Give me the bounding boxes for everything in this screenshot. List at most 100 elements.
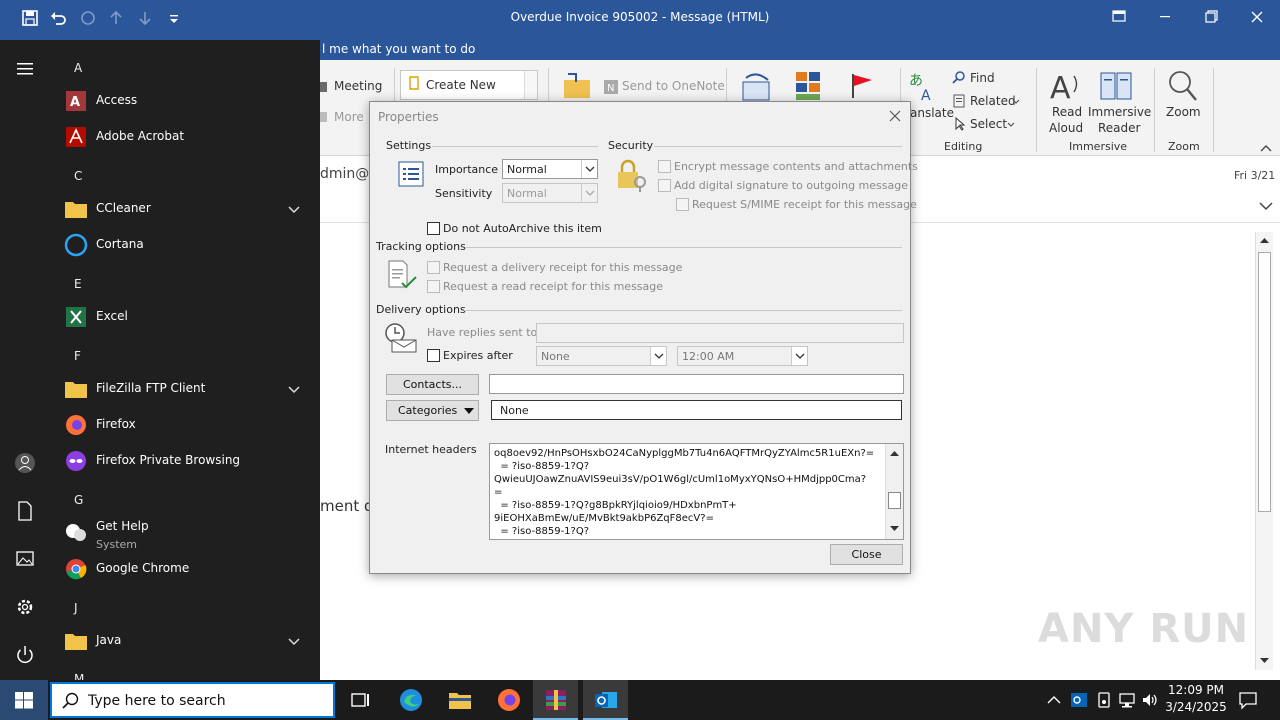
documents-icon[interactable] bbox=[14, 500, 36, 522]
hamburger-menu-icon[interactable] bbox=[14, 58, 36, 80]
sensitivity-select[interactable]: Normal bbox=[502, 183, 598, 203]
winrar-taskbar-item[interactable] bbox=[533, 680, 578, 720]
edge-icon[interactable] bbox=[399, 688, 423, 712]
related-button[interactable]: Related bbox=[970, 94, 1016, 108]
zoom-group-label: Zoom bbox=[1168, 140, 1200, 153]
headers-scrollbar[interactable] bbox=[885, 444, 903, 539]
scroll-down-icon[interactable] bbox=[1259, 656, 1270, 666]
letter-header-c[interactable]: C bbox=[74, 169, 82, 183]
app-excel[interactable]: Excel bbox=[52, 299, 320, 335]
read-receipt-checkbox[interactable] bbox=[427, 280, 440, 293]
contacts-button[interactable]: Contacts... bbox=[386, 374, 479, 395]
dialog-close-icon[interactable] bbox=[888, 109, 902, 123]
close-icon[interactable] bbox=[1246, 6, 1268, 28]
importance-select[interactable]: Normal bbox=[502, 159, 598, 179]
ribbon-display-options-icon[interactable] bbox=[1108, 6, 1130, 28]
volume-icon[interactable] bbox=[1141, 691, 1159, 709]
outlook-tray-icon[interactable] bbox=[1070, 691, 1088, 709]
internet-headers-box[interactable]: oq8oev92/HnPsOHsxbO24CaNyplggMb7Tu4n6AQF… bbox=[489, 443, 904, 540]
restore-icon[interactable] bbox=[1200, 6, 1222, 28]
app-java[interactable]: Java bbox=[52, 623, 320, 659]
contacts-field[interactable] bbox=[489, 374, 904, 394]
app-adobe-acrobat[interactable]: Adobe Acrobat bbox=[52, 119, 320, 155]
app-get-help[interactable]: Get Help System bbox=[52, 515, 320, 551]
expires-date-select[interactable]: None bbox=[536, 346, 667, 366]
find-button[interactable]: Find bbox=[970, 71, 995, 85]
categorize-icon[interactable] bbox=[796, 72, 820, 100]
select-button[interactable]: Select bbox=[970, 117, 1007, 131]
letter-header-e[interactable]: E bbox=[74, 277, 82, 291]
send-to-onenote-button[interactable]: Send to OneNote bbox=[622, 79, 725, 93]
network-icon[interactable] bbox=[1118, 691, 1136, 709]
app-google-chrome[interactable]: Google Chrome bbox=[52, 551, 320, 587]
show-hidden-icons-icon[interactable] bbox=[1047, 695, 1061, 705]
translate-icon[interactable]: あA bbox=[907, 70, 939, 102]
more-button[interactable]: More bbox=[334, 110, 364, 124]
expires-time-select[interactable]: 12:00 AM bbox=[677, 346, 808, 366]
immersive-reader-line2[interactable]: Reader bbox=[1098, 121, 1140, 135]
autoarchive-checkbox[interactable] bbox=[427, 222, 440, 235]
notifications-icon[interactable] bbox=[1238, 690, 1258, 710]
gallery-scroll[interactable] bbox=[524, 71, 537, 99]
user-account-icon[interactable] bbox=[14, 452, 36, 474]
minimize-icon[interactable] bbox=[1154, 6, 1176, 28]
chevron-down-icon[interactable] bbox=[581, 184, 597, 202]
pictures-icon[interactable] bbox=[14, 548, 36, 570]
read-aloud-line2[interactable]: Aloud bbox=[1049, 121, 1083, 135]
taskbar-search-box[interactable]: Type here to search bbox=[50, 682, 335, 718]
firefox-taskbar-icon[interactable] bbox=[497, 688, 521, 712]
scroll-down-icon[interactable] bbox=[889, 524, 900, 534]
categories-button[interactable]: Categories bbox=[386, 400, 479, 421]
task-view-icon[interactable] bbox=[348, 688, 372, 712]
read-aloud-line1[interactable]: Read bbox=[1052, 105, 1082, 119]
expires-checkbox[interactable] bbox=[427, 349, 440, 362]
move-folder-icon[interactable] bbox=[562, 72, 592, 100]
start-button[interactable] bbox=[0, 680, 48, 720]
immersive-reader-line1[interactable]: Immersive bbox=[1088, 105, 1151, 119]
app-filezilla[interactable]: FileZilla FTP Client bbox=[52, 371, 320, 407]
app-cortana[interactable]: Cortana bbox=[52, 227, 320, 263]
letter-header-m[interactable]: M bbox=[74, 672, 84, 680]
smime-checkbox[interactable] bbox=[676, 198, 689, 211]
categories-field[interactable]: None bbox=[491, 400, 902, 420]
chevron-down-icon[interactable] bbox=[288, 635, 300, 647]
settings-gear-icon[interactable] bbox=[14, 596, 36, 618]
power-icon[interactable] bbox=[14, 644, 36, 666]
app-firefox-private[interactable]: Firefox Private Browsing bbox=[52, 443, 320, 479]
app-ccleaner[interactable]: CCleaner bbox=[52, 191, 320, 227]
chevron-down-icon[interactable] bbox=[288, 383, 300, 395]
chevron-down-icon[interactable] bbox=[650, 347, 666, 365]
assign-policy-icon[interactable] bbox=[740, 72, 774, 102]
scroll-thumb[interactable] bbox=[1258, 252, 1271, 512]
collapse-ribbon-icon[interactable] bbox=[1260, 144, 1272, 152]
meeting-button[interactable]: Meeting bbox=[334, 79, 382, 93]
letter-header-g[interactable]: G bbox=[74, 493, 83, 507]
scroll-up-icon[interactable] bbox=[1259, 235, 1270, 245]
device-tray-icon[interactable] bbox=[1095, 691, 1113, 709]
letter-header-a[interactable]: A bbox=[74, 61, 82, 75]
scroll-up-icon[interactable] bbox=[889, 448, 900, 458]
file-explorer-icon[interactable] bbox=[448, 688, 472, 712]
letter-header-f[interactable]: F bbox=[74, 349, 81, 363]
headers-scroll-thumb[interactable] bbox=[888, 492, 901, 509]
expand-header-icon[interactable] bbox=[1259, 201, 1273, 211]
app-firefox[interactable]: Firefox bbox=[52, 407, 320, 443]
chevron-down-icon[interactable] bbox=[791, 347, 807, 365]
quick-steps-gallery[interactable]: Create New bbox=[400, 70, 538, 100]
follow-up-flag-icon[interactable] bbox=[850, 72, 874, 100]
app-access[interactable]: A Access bbox=[52, 83, 320, 119]
tell-me-bar[interactable]: l me what you want to do bbox=[320, 40, 1280, 60]
delivery-receipt-checkbox[interactable] bbox=[427, 261, 440, 274]
message-scrollbar[interactable] bbox=[1255, 232, 1273, 670]
replies-to-field[interactable] bbox=[536, 323, 904, 343]
clock-time[interactable]: 12:09 PM bbox=[1164, 683, 1228, 697]
encrypt-checkbox[interactable] bbox=[658, 160, 671, 173]
zoom-button[interactable]: Zoom bbox=[1166, 105, 1201, 119]
letter-header-j[interactable]: J bbox=[74, 601, 78, 615]
chevron-down-icon[interactable] bbox=[288, 203, 300, 215]
outlook-taskbar-item[interactable] bbox=[583, 680, 628, 720]
chevron-down-icon[interactable] bbox=[581, 160, 597, 178]
clock-date[interactable]: 3/24/2025 bbox=[1164, 700, 1228, 714]
signature-checkbox[interactable] bbox=[658, 179, 671, 192]
close-button[interactable]: Close bbox=[830, 544, 903, 565]
